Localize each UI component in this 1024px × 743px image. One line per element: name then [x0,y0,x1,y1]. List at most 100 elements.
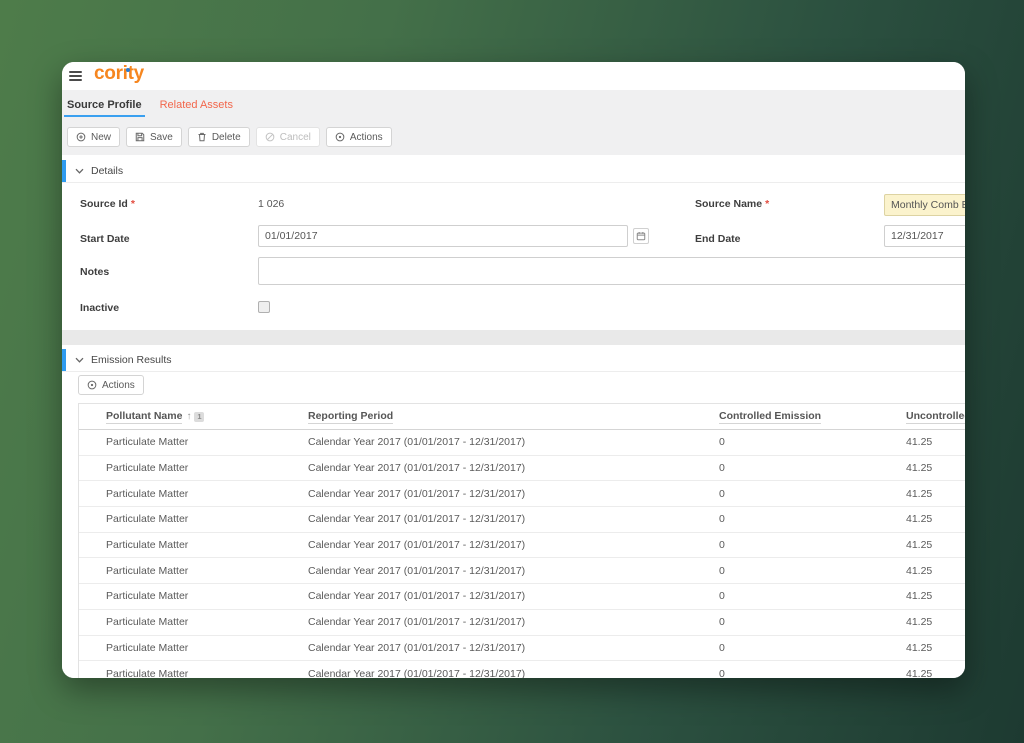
cell-controlled-emission: 0 [719,430,725,455]
tab-source-profile[interactable]: Source Profile [64,90,145,120]
logo-i-dot [126,68,131,73]
cell-reporting-period: Calendar Year 2017 (01/01/2017 - 12/31/2… [308,584,525,609]
cell-uncontrolled-emission: 41.25 [906,636,932,661]
source-id-label: Source Id* [80,198,135,210]
delete-button-label: Delete [212,132,241,143]
table-header-row: Pollutant Name ↑ 1 Reporting Period Cont… [79,403,965,430]
app-header: cority [62,62,965,90]
new-button[interactable]: New [67,127,120,147]
cell-controlled-emission: 0 [719,481,725,506]
cell-uncontrolled-emission: 41.25 [906,507,932,532]
tab-related-assets[interactable]: Related Assets [157,90,236,120]
table-row[interactable]: Particulate Matter Calendar Year 2017 (0… [79,636,965,662]
column-header-reporting-period[interactable]: Reporting Period [308,404,393,429]
menu-icon[interactable] [69,71,82,82]
cell-uncontrolled-emission: 41.25 [906,533,932,558]
table-row[interactable]: Particulate Matter Calendar Year 2017 (0… [79,558,965,584]
tab-bar: Source Profile Related Assets [62,90,965,120]
cell-controlled-emission: 0 [719,636,725,661]
cell-pollutant-name: Particulate Matter [106,481,188,506]
cell-reporting-period: Calendar Year 2017 (01/01/2017 - 12/31/2… [308,456,525,481]
new-button-label: New [91,132,111,143]
table-body: Particulate Matter Calendar Year 2017 (0… [79,430,965,678]
cell-controlled-emission: 0 [719,558,725,583]
cell-reporting-period: Calendar Year 2017 (01/01/2017 - 12/31/2… [308,636,525,661]
emission-section-header[interactable]: Emission Results [62,349,965,372]
table-row[interactable]: Particulate Matter Calendar Year 2017 (0… [79,481,965,507]
cancel-icon [265,132,275,142]
column-header-uncontrolled-emission[interactable]: Uncontrolled Em [906,404,965,429]
emission-results-section: Emission Results Actions Pollutant Name … [62,345,965,678]
table-row[interactable]: Particulate Matter Calendar Year 2017 (0… [79,430,965,456]
notes-label: Notes [80,266,109,278]
grid-actions-button[interactable]: Actions [78,375,144,395]
cell-reporting-period: Calendar Year 2017 (01/01/2017 - 12/31/2… [308,558,525,583]
cell-uncontrolled-emission: 41.25 [906,584,932,609]
table-row[interactable]: Particulate Matter Calendar Year 2017 (0… [79,661,965,678]
table-row[interactable]: Particulate Matter Calendar Year 2017 (0… [79,584,965,610]
cell-controlled-emission: 0 [719,610,725,635]
section-title: Details [91,165,123,177]
cell-uncontrolled-emission: 41.25 [906,610,932,635]
cell-pollutant-name: Particulate Matter [106,636,188,661]
cell-pollutant-name: Particulate Matter [106,507,188,532]
cell-reporting-period: Calendar Year 2017 (01/01/2017 - 12/31/2… [308,610,525,635]
cell-pollutant-name: Particulate Matter [106,533,188,558]
table-row[interactable]: Particulate Matter Calendar Year 2017 (0… [79,610,965,636]
source-id-value: 1 026 [258,198,284,210]
cancel-button-label: Cancel [280,132,311,143]
cell-pollutant-name: Particulate Matter [106,430,188,455]
save-button-label: Save [150,132,173,143]
chevron-down-icon [75,167,84,175]
cell-reporting-period: Calendar Year 2017 (01/01/2017 - 12/31/2… [308,507,525,532]
inactive-checkbox[interactable] [258,301,270,313]
cell-controlled-emission: 0 [719,661,725,678]
table-row[interactable]: Particulate Matter Calendar Year 2017 (0… [79,507,965,533]
section-accent-bar [62,349,66,371]
column-header-pollutant-name[interactable]: Pollutant Name ↑ 1 [106,404,204,429]
cell-controlled-emission: 0 [719,507,725,532]
sort-order-badge: 1 [194,412,204,422]
save-button[interactable]: Save [126,127,182,147]
cell-uncontrolled-emission: 41.25 [906,456,932,481]
cell-reporting-period: Calendar Year 2017 (01/01/2017 - 12/31/2… [308,533,525,558]
main-toolbar: New Save Delete Cancel Actions [62,120,965,155]
cell-uncontrolled-emission: 41.25 [906,430,932,455]
cell-pollutant-name: Particulate Matter [106,661,188,678]
cority-logo: cority [94,63,144,85]
actions-button[interactable]: Actions [326,127,392,147]
cell-reporting-period: Calendar Year 2017 (01/01/2017 - 12/31/2… [308,430,525,455]
new-icon [76,132,86,142]
calendar-button[interactable] [633,228,649,244]
section-accent-bar [62,160,66,182]
sort-asc-icon: ↑ [186,411,191,422]
trash-icon [197,132,207,142]
tab-label: Related Assets [160,99,233,111]
details-section: Details Source Id* 1 026 Source Name* St… [62,155,965,330]
cell-uncontrolled-emission: 41.25 [906,481,932,506]
source-name-label: Source Name* [695,198,769,210]
end-date-input[interactable] [884,225,965,247]
start-date-input[interactable] [258,225,628,247]
cancel-button[interactable]: Cancel [256,127,320,147]
tab-label: Source Profile [67,99,142,111]
cell-controlled-emission: 0 [719,456,725,481]
save-icon [135,132,145,142]
cell-uncontrolled-emission: 41.25 [906,558,932,583]
required-marker: * [765,198,769,210]
actions-button-label: Actions [350,132,383,143]
source-name-input[interactable] [884,194,965,216]
notes-input[interactable] [258,257,965,285]
cell-controlled-emission: 0 [719,584,725,609]
delete-button[interactable]: Delete [188,127,250,147]
cell-reporting-period: Calendar Year 2017 (01/01/2017 - 12/31/2… [308,661,525,678]
actions-icon [335,132,345,142]
cell-controlled-emission: 0 [719,533,725,558]
column-header-controlled-emission[interactable]: Controlled Emission [719,404,821,429]
table-row[interactable]: Particulate Matter Calendar Year 2017 (0… [79,533,965,559]
details-section-header[interactable]: Details [62,160,965,183]
active-tab-underline [64,115,145,117]
end-date-label: End Date [695,233,741,245]
table-row[interactable]: Particulate Matter Calendar Year 2017 (0… [79,456,965,482]
section-title: Emission Results [91,354,172,366]
